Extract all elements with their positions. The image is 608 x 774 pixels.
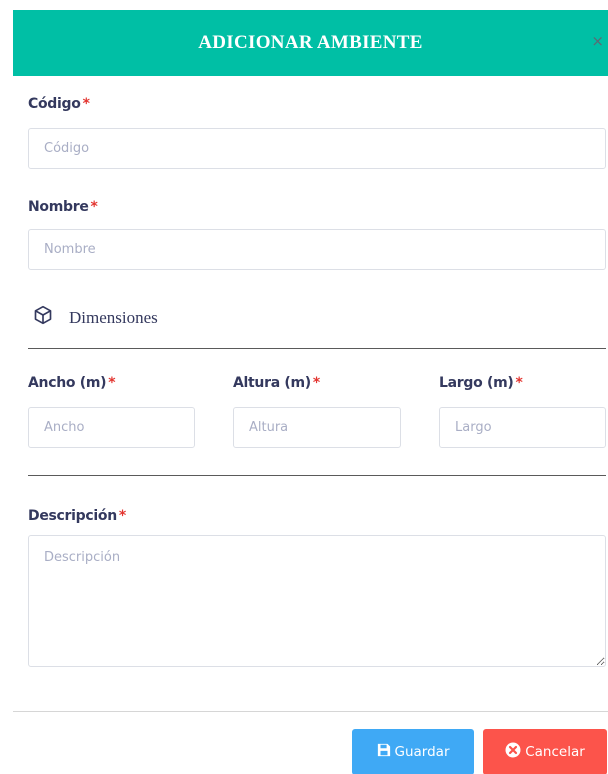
dimensiones-title: Dimensiones	[69, 307, 158, 327]
codigo-input[interactable]	[28, 128, 606, 169]
close-icon[interactable]: ×	[591, 31, 604, 51]
section-divider	[28, 348, 606, 349]
descripcion-textarea[interactable]	[28, 535, 606, 667]
nombre-label-text: Nombre	[28, 199, 89, 215]
cancel-button-label: Cancelar	[525, 744, 585, 760]
altura-input[interactable]	[233, 407, 401, 448]
ancho-label-text: Ancho (m)	[28, 375, 107, 391]
codigo-label: Código *	[28, 96, 90, 112]
required-marker: *	[82, 96, 90, 112]
descripcion-label: Descripción *	[28, 508, 126, 524]
save-button-label: Guardar	[394, 744, 450, 760]
ancho-label: Ancho (m) *	[28, 375, 116, 391]
ancho-input[interactable]	[28, 407, 195, 448]
largo-input[interactable]	[439, 407, 606, 448]
section-divider-bottom	[28, 475, 606, 476]
required-marker: *	[312, 375, 320, 391]
largo-label-text: Largo (m)	[439, 375, 514, 391]
required-marker: *	[90, 199, 98, 215]
save-button[interactable]: Guardar	[352, 729, 474, 774]
codigo-label-text: Código	[28, 96, 81, 112]
nombre-label: Nombre *	[28, 199, 98, 215]
nombre-input[interactable]	[28, 229, 606, 270]
required-marker: *	[118, 508, 126, 524]
descripcion-label-text: Descripción	[28, 508, 117, 524]
largo-label: Largo (m) *	[439, 375, 523, 391]
modal-header: ADICIONAR AMBIENTE ×	[13, 10, 608, 76]
required-marker: *	[515, 375, 523, 391]
times-circle-icon	[505, 742, 525, 762]
dimensiones-section: Dimensiones	[33, 305, 158, 330]
altura-label-text: Altura (m)	[233, 375, 311, 391]
required-marker: *	[108, 375, 116, 391]
modal-title: ADICIONAR AMBIENTE	[198, 32, 423, 53]
altura-label: Altura (m) *	[233, 375, 320, 391]
cube-icon	[33, 305, 53, 330]
cancel-button[interactable]: Cancelar	[483, 729, 607, 774]
footer-divider	[13, 711, 608, 712]
save-icon	[377, 743, 395, 761]
